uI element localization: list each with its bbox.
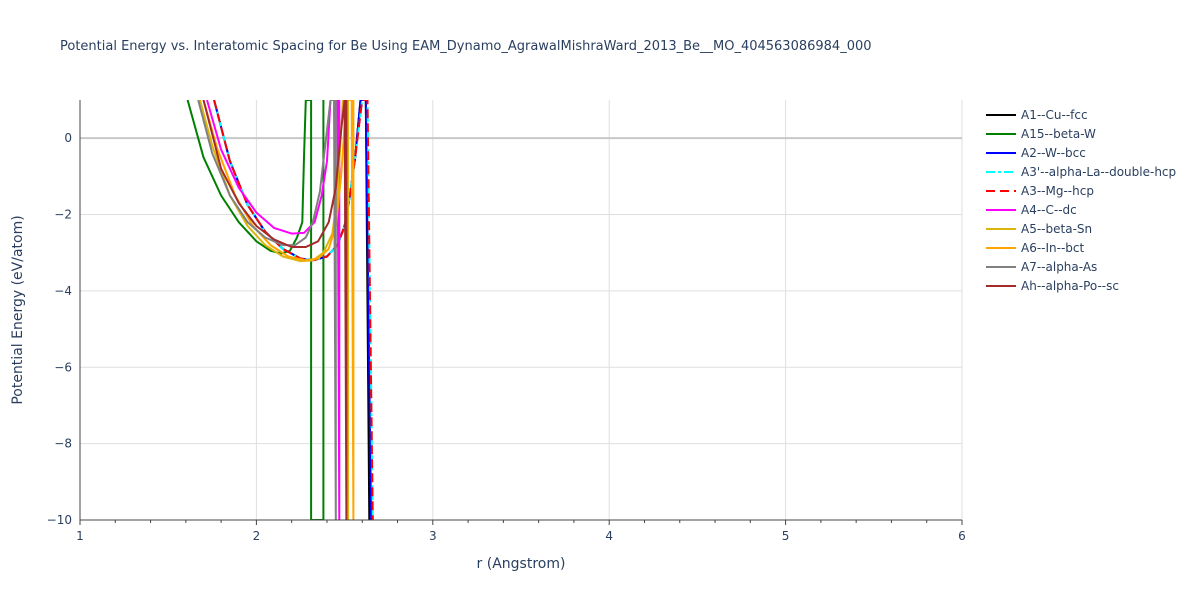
- x-axis-title: r (Angstrom): [477, 556, 566, 572]
- legend-label: Ah--alpha-Po--sc: [1021, 279, 1119, 293]
- legend-label: A1--Cu--fcc: [1021, 108, 1088, 122]
- x-tick-label: 1: [76, 529, 84, 543]
- y-axis-title: Potential Energy (eV/atom): [10, 215, 26, 404]
- chart-title: Potential Energy vs. Interatomic Spacing…: [60, 39, 872, 54]
- legend-label: A4--C--dc: [1021, 203, 1077, 217]
- x-tick-label: 6: [958, 529, 966, 543]
- x-tick-label: 2: [253, 529, 261, 543]
- y-tick-label: 0: [64, 131, 72, 145]
- y-tick-label: −10: [47, 513, 72, 527]
- y-tick-label: −4: [54, 284, 72, 298]
- y-tick-label: −2: [54, 208, 72, 222]
- legend-label: A7--alpha-As: [1021, 260, 1097, 274]
- x-tick-label: 3: [429, 529, 437, 543]
- y-tick-label: −6: [54, 360, 72, 374]
- legend-label: A6--In--bct: [1021, 241, 1085, 255]
- legend-label: A2--W--bcc: [1021, 146, 1086, 160]
- legend-label: A3'--alpha-La--double-hcp: [1021, 165, 1176, 179]
- y-tick-label: −8: [54, 437, 72, 451]
- chart-background: [0, 0, 1200, 600]
- chart: Potential Energy vs. Interatomic Spacing…: [0, 0, 1200, 600]
- legend-label: A15--beta-W: [1021, 127, 1096, 141]
- legend-label: A3--Mg--hcp: [1021, 184, 1094, 198]
- x-tick-label: 4: [605, 529, 613, 543]
- legend-label: A5--beta-Sn: [1021, 222, 1092, 236]
- x-tick-label: 5: [782, 529, 790, 543]
